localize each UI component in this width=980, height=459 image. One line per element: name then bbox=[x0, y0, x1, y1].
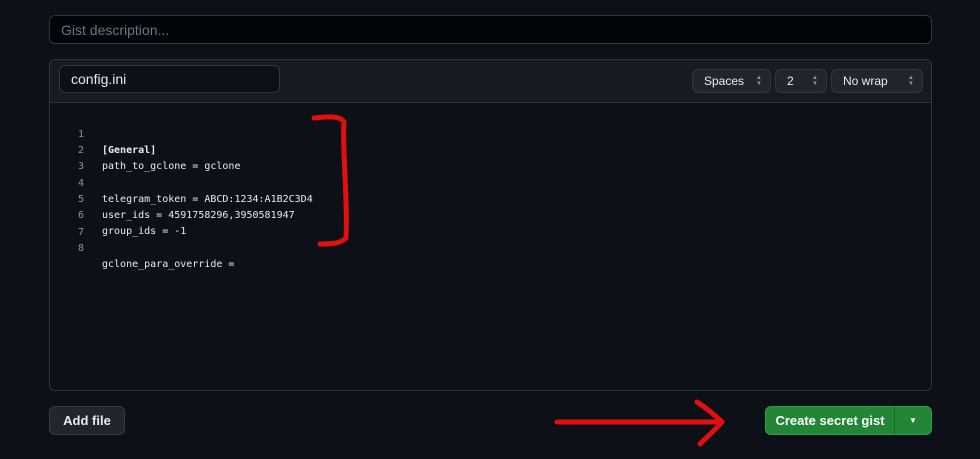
wrap-mode-select[interactable]: No wrap ▲ ▼ bbox=[831, 69, 923, 93]
wrap-mode-value: No wrap bbox=[843, 74, 888, 88]
create-secret-gist-button[interactable]: Create secret gist bbox=[765, 406, 895, 435]
red-arrow-annotation bbox=[554, 399, 725, 447]
code-line: 8 gclone_para_override = bbox=[50, 225, 234, 270]
code-line: 1 [General] bbox=[50, 111, 156, 156]
create-gist-dropdown-button[interactable]: ▼ bbox=[894, 406, 932, 435]
indent-size-value: 2 bbox=[787, 74, 794, 88]
line-number: 8 bbox=[77, 243, 84, 254]
filename-input[interactable] bbox=[59, 65, 280, 93]
line-text: [General] bbox=[102, 145, 157, 156]
code-editor[interactable]: 1 [General] 2 path_to_gclone = gclone 3 … bbox=[50, 103, 931, 390]
line-text: user_ids = 4591758296,3950581947 bbox=[102, 210, 295, 221]
code-line: 2 path_to_gclone = gclone bbox=[50, 127, 241, 172]
file-editor-box: Spaces ▲▼ 2 ▲▼ No wrap ▲▼ 1 [General] 2 … bbox=[49, 59, 932, 391]
line-text: gclone_para_override = bbox=[102, 259, 235, 270]
indent-size-select[interactable]: 2 ▲ ▼ bbox=[775, 69, 827, 93]
select-arrows-icon: ▲ ▼ bbox=[756, 75, 762, 87]
code-line: 4 telegram_token = ABCD:1234:A1B2C3D4 bbox=[50, 160, 313, 205]
code-line: 7 bbox=[50, 209, 86, 238]
select-arrows-icon: ▲ ▼ bbox=[812, 75, 818, 87]
line-text: telegram_token = ABCD:1234:A1B2C3D4 bbox=[102, 194, 313, 205]
code-line: 5 user_ids = 4591758296,3950581947 bbox=[50, 176, 295, 221]
add-file-button[interactable]: Add file bbox=[49, 406, 125, 435]
select-arrows-icon: ▲ ▼ bbox=[908, 75, 914, 87]
line-text: group_ids = -1 bbox=[102, 226, 187, 237]
caret-down-icon: ▼ bbox=[909, 416, 917, 425]
code-line: 3 bbox=[50, 143, 86, 172]
file-header: Spaces ▲▼ 2 ▲▼ No wrap ▲▼ bbox=[50, 60, 931, 103]
indent-mode-value: Spaces bbox=[704, 74, 745, 88]
line-text: path_to_gclone = gclone bbox=[102, 161, 241, 172]
code-line: 6 group_ids = -1 bbox=[50, 192, 186, 237]
indent-mode-select[interactable]: Spaces ▲ ▼ bbox=[692, 69, 771, 93]
gist-description-input[interactable] bbox=[49, 15, 932, 44]
